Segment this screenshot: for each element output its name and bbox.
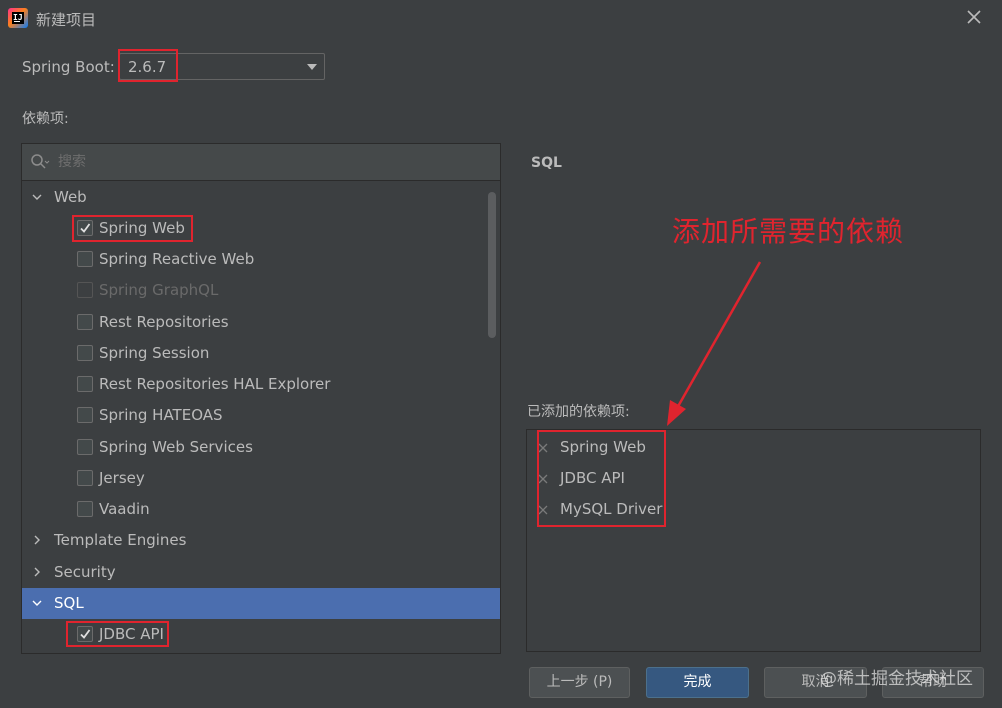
dependency-item-rest-repositories[interactable]: Rest Repositories [22, 307, 500, 338]
checkbox-spring-hateoas[interactable] [77, 407, 93, 423]
added-item-label: JDBC API [560, 469, 625, 487]
remove-icon[interactable] [537, 504, 549, 516]
window-title: 新建项目 [36, 11, 97, 29]
spring-boot-version-value: 2.6.7 [128, 58, 167, 76]
dependency-item-spring-session[interactable]: Spring Session [22, 338, 500, 369]
dependency-item-rest-repositories-hal-explorer[interactable]: Rest Repositories HAL Explorer [22, 369, 500, 400]
checkbox-spring-graphql [77, 282, 93, 298]
spring-boot-label: Spring Boot: [22, 58, 115, 76]
annotation-text: 添加所需要的依赖 [672, 215, 905, 248]
added-item-label: Spring Web [560, 438, 646, 456]
checkmark-icon [80, 629, 91, 639]
search-icon [30, 153, 50, 171]
close-icon[interactable] [963, 6, 985, 28]
checkbox-jersey[interactable] [77, 470, 93, 486]
scrollbar-thumb[interactable] [488, 192, 496, 338]
title-bar: IJ 新建项目 [0, 0, 1002, 38]
watermark: @稀土掘金技术社区 [820, 669, 973, 689]
dropdown-arrow-icon [307, 64, 317, 70]
detail-title: SQL [531, 155, 562, 171]
dependency-label: Spring GraphQL [99, 281, 219, 299]
category-web[interactable]: Web [22, 182, 500, 213]
category-sql[interactable]: SQL [22, 588, 500, 619]
dependency-label: Spring Web [99, 219, 185, 237]
dependency-label: Rest Repositories HAL Explorer [99, 375, 331, 393]
search-input[interactable] [58, 151, 478, 173]
dependency-label: Spring Web Services [99, 438, 253, 456]
category-template-engines[interactable]: Template Engines [22, 525, 500, 556]
checkbox-rest-repositories[interactable] [77, 314, 93, 330]
dependency-tree-panel: Web Spring Web Spring Reactive Web Sprin… [21, 143, 501, 654]
category-label: Security [54, 563, 116, 581]
checkbox-spring-web[interactable] [77, 220, 93, 236]
dependency-label: Spring HATEOAS [99, 406, 223, 424]
dependency-label: Spring Session [99, 344, 210, 362]
dependency-item-spring-hateoas[interactable]: Spring HATEOAS [22, 400, 500, 431]
dependency-label: JDBC API [99, 625, 164, 643]
added-dependencies-list: Spring Web JDBC API MySQL Driver [526, 429, 981, 652]
remove-icon[interactable] [537, 473, 549, 485]
added-dependencies-label: 已添加的依赖项: [527, 404, 630, 420]
remove-icon[interactable] [537, 442, 549, 454]
dependency-item-spring-graphql: Spring GraphQL [22, 275, 500, 306]
finish-button[interactable]: 完成 [646, 667, 749, 698]
intellij-logo-icon: IJ [8, 8, 28, 28]
dependency-label: Vaadin [99, 500, 150, 518]
search-bar [22, 144, 500, 181]
chevron-right-icon [34, 567, 40, 577]
dependency-label: Jersey [99, 469, 145, 487]
checkbox-spring-web-services[interactable] [77, 439, 93, 455]
checkbox-vaadin[interactable] [77, 501, 93, 517]
checkmark-icon [80, 223, 91, 233]
added-item-spring-web: Spring Web [527, 433, 967, 464]
added-item-label: MySQL Driver [560, 500, 663, 518]
dependencies-label: 依赖项: [22, 111, 69, 127]
dependency-item-spring-web-services[interactable]: Spring Web Services [22, 432, 500, 463]
dependency-item-jdbc-api[interactable]: JDBC API [22, 619, 500, 650]
checkbox-spring-reactive-web[interactable] [77, 251, 93, 267]
dependency-item-spring-web[interactable]: Spring Web [22, 213, 500, 244]
added-item-mysql-driver: MySQL Driver [527, 495, 967, 526]
category-security[interactable]: Security [22, 557, 500, 588]
category-label: Template Engines [54, 531, 187, 549]
added-item-jdbc-api: JDBC API [527, 464, 967, 495]
category-label: Web [54, 188, 87, 206]
chevron-right-icon [34, 535, 40, 545]
checkbox-rest-repositories-hal-explorer[interactable] [77, 376, 93, 392]
dependency-item-spring-reactive-web[interactable]: Spring Reactive Web [22, 244, 500, 275]
checkbox-jdbc-api[interactable] [77, 626, 93, 642]
checkbox-spring-session[interactable] [77, 345, 93, 361]
chevron-down-icon [32, 194, 42, 200]
previous-button[interactable]: 上一步 (P) [529, 667, 630, 698]
category-label: SQL [54, 594, 84, 612]
dependency-item-jersey[interactable]: Jersey [22, 463, 500, 494]
dependency-label: Spring Reactive Web [99, 250, 255, 268]
dependency-label: Rest Repositories [99, 313, 229, 331]
chevron-down-icon [32, 600, 42, 606]
spring-boot-version-select[interactable]: 2.6.7 [119, 53, 325, 80]
dependency-item-vaadin[interactable]: Vaadin [22, 494, 500, 525]
